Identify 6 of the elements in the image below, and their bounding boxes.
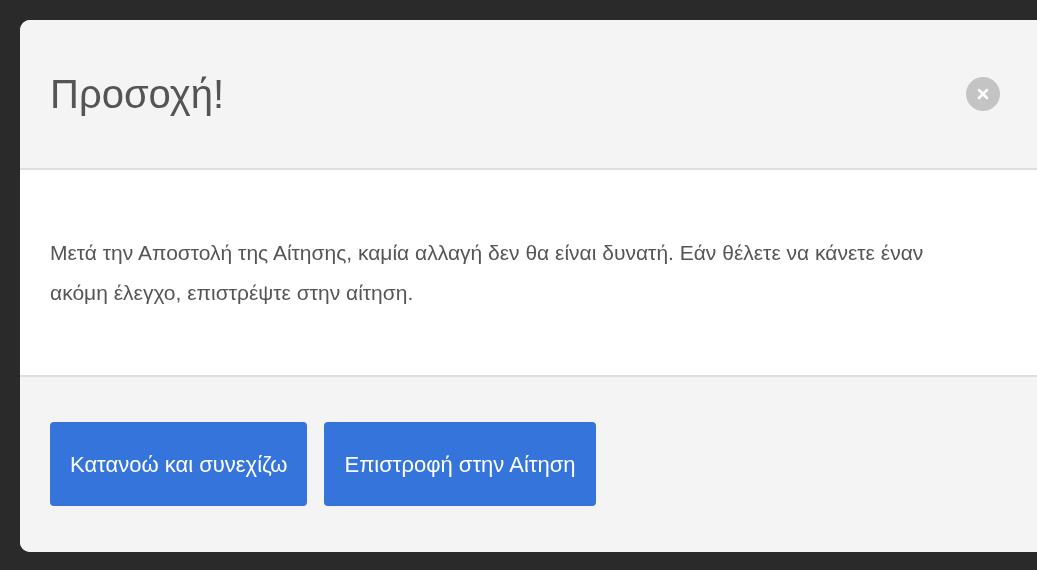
close-button[interactable] (966, 77, 1000, 111)
close-icon (977, 88, 989, 100)
warning-message: Μετά την Αποστολή της Αίτησης, καμία αλλαγή δεν θα είναι δυνατή. Εάν θέλετε να κάνετε έναν ακόμη έλεγχο, επιστρέψτε στην αίτηση. (50, 239, 925, 306)
dialog-title: Προσοχή! (50, 71, 225, 118)
back-button[interactable]: Επιστροφή στην Αίτηση (324, 422, 596, 506)
continue-button[interactable]: Κατανοώ και συνεχίζω (50, 422, 308, 506)
